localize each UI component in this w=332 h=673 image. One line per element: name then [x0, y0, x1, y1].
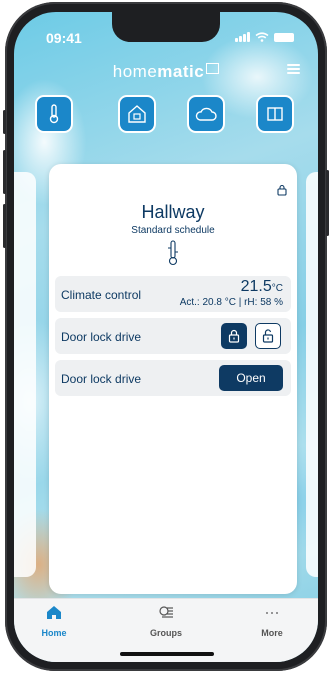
category-climate-button[interactable]	[35, 95, 73, 133]
status-time: 09:41	[46, 30, 82, 46]
unlock-button[interactable]	[255, 323, 281, 349]
menu-icon[interactable]	[287, 64, 300, 75]
mute-switch	[3, 110, 6, 134]
set-temperature: 21.5°C	[241, 278, 283, 296]
previous-room-card[interactable]	[14, 172, 36, 577]
nav-more-label: More	[261, 628, 283, 638]
home-indicator[interactable]	[120, 652, 214, 656]
room-card: Hallway Standard schedule Climate contro…	[49, 164, 297, 594]
door-open-label: Door lock drive	[61, 372, 142, 386]
cloud-icon	[195, 107, 217, 121]
door-lock-icon	[128, 105, 146, 123]
room-title: Hallway	[141, 202, 205, 222]
power-button	[326, 170, 329, 236]
screen: 09:41 homematic Hallway Standard schedul…	[14, 12, 318, 662]
unlocked-padlock-icon	[262, 329, 274, 343]
actual-temperature-humidity: Act.: 20.8 °C | rH: 58 %	[179, 297, 283, 308]
set-temperature-value: 21.5	[240, 278, 272, 295]
locked-padlock-icon	[228, 329, 240, 343]
door-lock-label: Door lock drive	[61, 330, 142, 344]
battery-icon	[274, 32, 294, 42]
volume-up-button	[3, 150, 6, 194]
volume-down-button	[3, 204, 6, 248]
room-thermometer-icon	[168, 240, 178, 266]
lock-button[interactable]	[221, 323, 247, 349]
lock-icon[interactable]	[277, 184, 287, 196]
groups-icon	[159, 606, 173, 618]
wifi-icon	[255, 32, 269, 42]
category-weather-button[interactable]	[187, 95, 225, 133]
nav-more[interactable]: More	[232, 605, 312, 638]
door-open-row: Door lock drive Open	[55, 360, 291, 396]
climate-control-row[interactable]: Climate control 21.5°C Act.: 20.8 °C | r…	[55, 276, 291, 312]
nav-home-label: Home	[41, 628, 67, 638]
category-windows-button[interactable]	[256, 95, 294, 133]
notch	[112, 12, 220, 42]
status-icons	[235, 32, 294, 42]
nav-groups[interactable]: Groups	[126, 605, 206, 638]
window-icon	[267, 107, 283, 121]
more-dots-icon	[266, 612, 278, 614]
open-button[interactable]: Open	[219, 365, 283, 391]
home-icon	[47, 606, 61, 619]
door-lock-row: Door lock drive	[55, 318, 291, 354]
temperature-unit: °C	[271, 283, 283, 294]
app-logo: homematic	[14, 62, 318, 82]
category-security-button[interactable]	[118, 95, 156, 133]
signal-icon	[235, 32, 250, 42]
thermometer-icon	[49, 104, 59, 124]
nav-home[interactable]: Home	[14, 605, 94, 638]
room-subtitle: Standard schedule	[131, 225, 215, 236]
climate-control-label: Climate control	[61, 288, 142, 302]
next-room-card[interactable]	[306, 172, 318, 577]
nav-groups-label: Groups	[149, 628, 182, 638]
